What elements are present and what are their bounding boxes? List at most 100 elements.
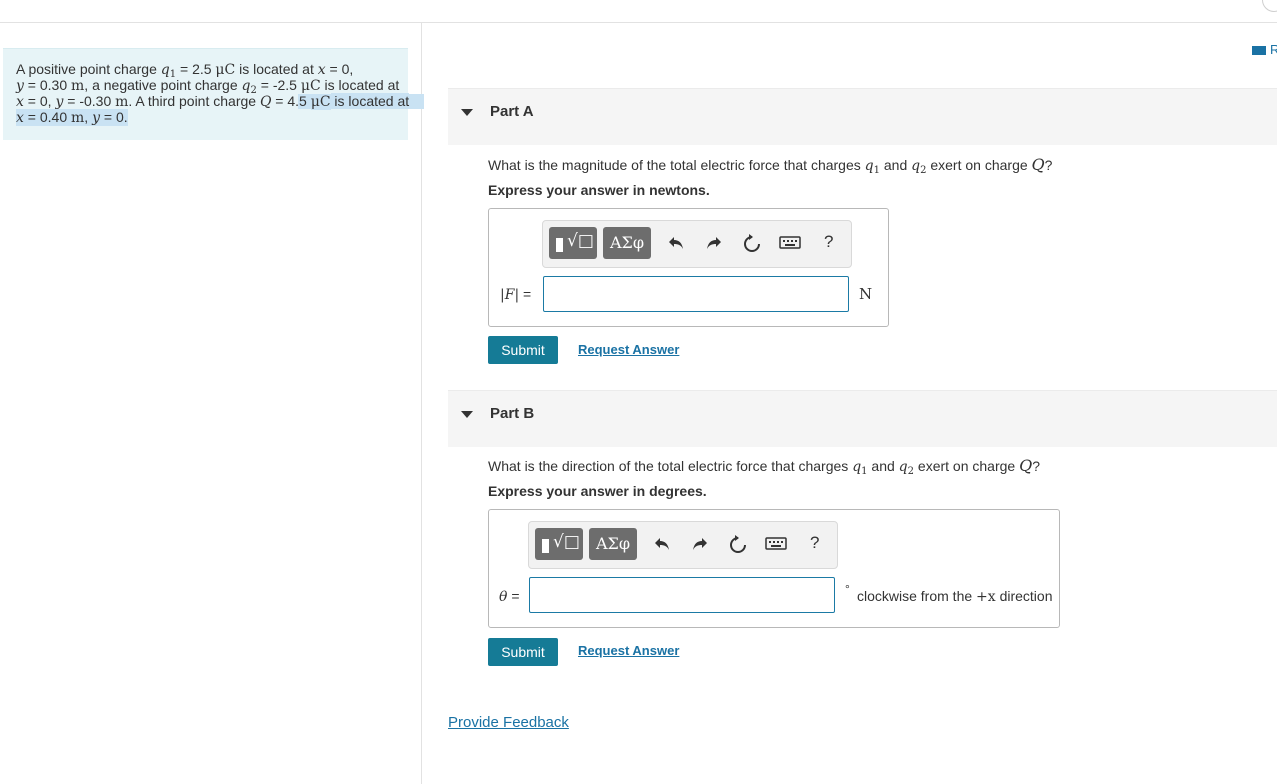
text: = 2.5 xyxy=(176,61,216,77)
problem-statement: A positive point charge q1 = 2.5 μC is l… xyxy=(3,48,424,140)
part-b-title: Part B xyxy=(490,405,535,422)
templates-button[interactable]: √□ xyxy=(549,227,597,259)
text: = 0, xyxy=(23,93,56,109)
radical-icon: √□ xyxy=(567,231,594,251)
unit-m: m xyxy=(71,110,85,126)
part-b-request-answer-link[interactable]: Request Answer xyxy=(578,643,679,658)
redo-icon[interactable] xyxy=(702,231,726,255)
text: and xyxy=(867,458,899,474)
text: ? xyxy=(1044,157,1053,173)
corner-icon xyxy=(1262,0,1277,12)
var-Q: Q xyxy=(1019,456,1033,475)
var-q2: q xyxy=(898,459,908,475)
part-a-question: What is the magnitude of the total elect… xyxy=(488,155,1053,176)
var-Q: Q xyxy=(259,94,272,110)
problem-line-4: x = 0.40 m, y = 0. xyxy=(16,109,128,126)
equals: = xyxy=(519,286,532,302)
text: is located at xyxy=(330,93,410,109)
part-a-instruction: Express your answer in newtons. xyxy=(488,182,710,198)
var-x: x xyxy=(16,110,24,126)
unit-uc: μC xyxy=(310,94,331,110)
keyboard-icon[interactable] xyxy=(764,532,788,556)
help-button[interactable]: ? xyxy=(810,533,819,553)
var-y: y xyxy=(92,110,100,126)
part-b-submit-button[interactable]: Submit xyxy=(488,638,558,666)
problem-line-1: A positive point charge q1 = 2.5 μC is l… xyxy=(16,61,354,80)
direction-suffix: clockwise from the +x direction xyxy=(857,588,1053,605)
templates-button[interactable]: √□ xyxy=(535,528,583,560)
part-a-title: Part A xyxy=(490,103,534,120)
magnitude-input[interactable] xyxy=(543,276,849,312)
text: exert on charge xyxy=(914,458,1020,474)
text: A positive point charge xyxy=(16,61,161,77)
unit-m: m xyxy=(71,78,85,94)
keyboard-icon[interactable] xyxy=(778,231,802,255)
undo-icon[interactable] xyxy=(650,532,674,556)
var-q2: q xyxy=(241,78,251,94)
unit-m: m xyxy=(115,94,129,110)
text: , xyxy=(84,109,93,125)
part-a-submit-button[interactable]: Submit xyxy=(488,336,558,364)
math-toolbar: √□ ΑΣφ ? xyxy=(542,220,852,268)
var-Q: Q xyxy=(1031,155,1045,174)
problem-line-2: y = 0.30 m, a negative point charge q2 =… xyxy=(16,77,400,96)
var-x: x xyxy=(317,62,326,78)
math-toolbar: √□ ΑΣφ ? xyxy=(528,521,838,569)
unit-uc: μC xyxy=(215,62,236,78)
text: = 0, xyxy=(325,61,354,77)
magnitude-label: |F| = xyxy=(500,286,532,303)
equals: = xyxy=(507,588,520,604)
collapse-caret-icon[interactable] xyxy=(461,411,473,418)
degree-symbol: ° xyxy=(845,582,850,596)
radical-icon: √□ xyxy=(553,532,580,552)
part-b-question: What is the direction of the total elect… xyxy=(488,456,1040,477)
var-q2: q xyxy=(911,158,921,174)
unit-newtons: N xyxy=(859,285,873,303)
text: What is the direction of the total elect… xyxy=(488,458,853,474)
reference-link[interactable]: R xyxy=(1252,42,1277,57)
text: is located at xyxy=(320,77,400,93)
theta-label: θ = xyxy=(499,588,520,605)
book-icon xyxy=(1252,46,1266,55)
text: = -2.5 xyxy=(256,77,301,93)
block-icon xyxy=(556,238,563,252)
text: ? xyxy=(1032,458,1040,474)
plus-x: +x xyxy=(976,589,996,605)
undo-icon[interactable] xyxy=(664,231,688,255)
reset-icon[interactable] xyxy=(740,231,764,255)
collapse-caret-icon[interactable] xyxy=(461,109,473,116)
part-b-instruction: Express your answer in degrees. xyxy=(488,483,707,499)
text: clockwise from the xyxy=(857,588,977,604)
part-a-answer-box: √□ ΑΣφ ? |F| = N xyxy=(488,208,889,327)
text: , a negative point charge xyxy=(84,77,242,93)
help-button[interactable]: ? xyxy=(824,232,833,252)
text: = 0.30 xyxy=(23,77,72,93)
text: = 4.5 xyxy=(271,93,311,109)
part-b-header[interactable]: Part B xyxy=(448,390,1277,447)
part-a-header[interactable]: Part A xyxy=(448,88,1277,145)
text: is located at xyxy=(235,61,318,77)
reference-label: R xyxy=(1270,42,1277,57)
top-bar xyxy=(0,0,1277,23)
text: = -0.30 xyxy=(63,93,116,109)
panel-divider xyxy=(421,23,422,784)
reset-icon[interactable] xyxy=(726,532,750,556)
part-b-answer-box: √□ ΑΣφ ? θ = ° clockwise from the +x dir… xyxy=(488,509,1060,628)
part-a-request-answer-link[interactable]: Request Answer xyxy=(578,342,679,357)
text: direction xyxy=(995,588,1053,604)
text: and xyxy=(879,157,912,173)
symbols-button[interactable]: ΑΣφ xyxy=(589,528,637,560)
var-y: y xyxy=(16,78,24,94)
redo-icon[interactable] xyxy=(688,532,712,556)
text: . A third point charge xyxy=(128,93,260,109)
text: = 0.40 xyxy=(23,109,71,125)
var-q1: q xyxy=(160,62,170,78)
symbols-button[interactable]: ΑΣφ xyxy=(603,227,651,259)
block-icon xyxy=(542,539,549,553)
var-q1: q xyxy=(852,459,862,475)
var-F: F xyxy=(504,287,515,303)
var-x: x xyxy=(16,94,24,110)
angle-input[interactable] xyxy=(529,577,835,613)
provide-feedback-link[interactable]: Provide Feedback xyxy=(448,714,569,731)
unit-uc: μC xyxy=(300,78,321,94)
